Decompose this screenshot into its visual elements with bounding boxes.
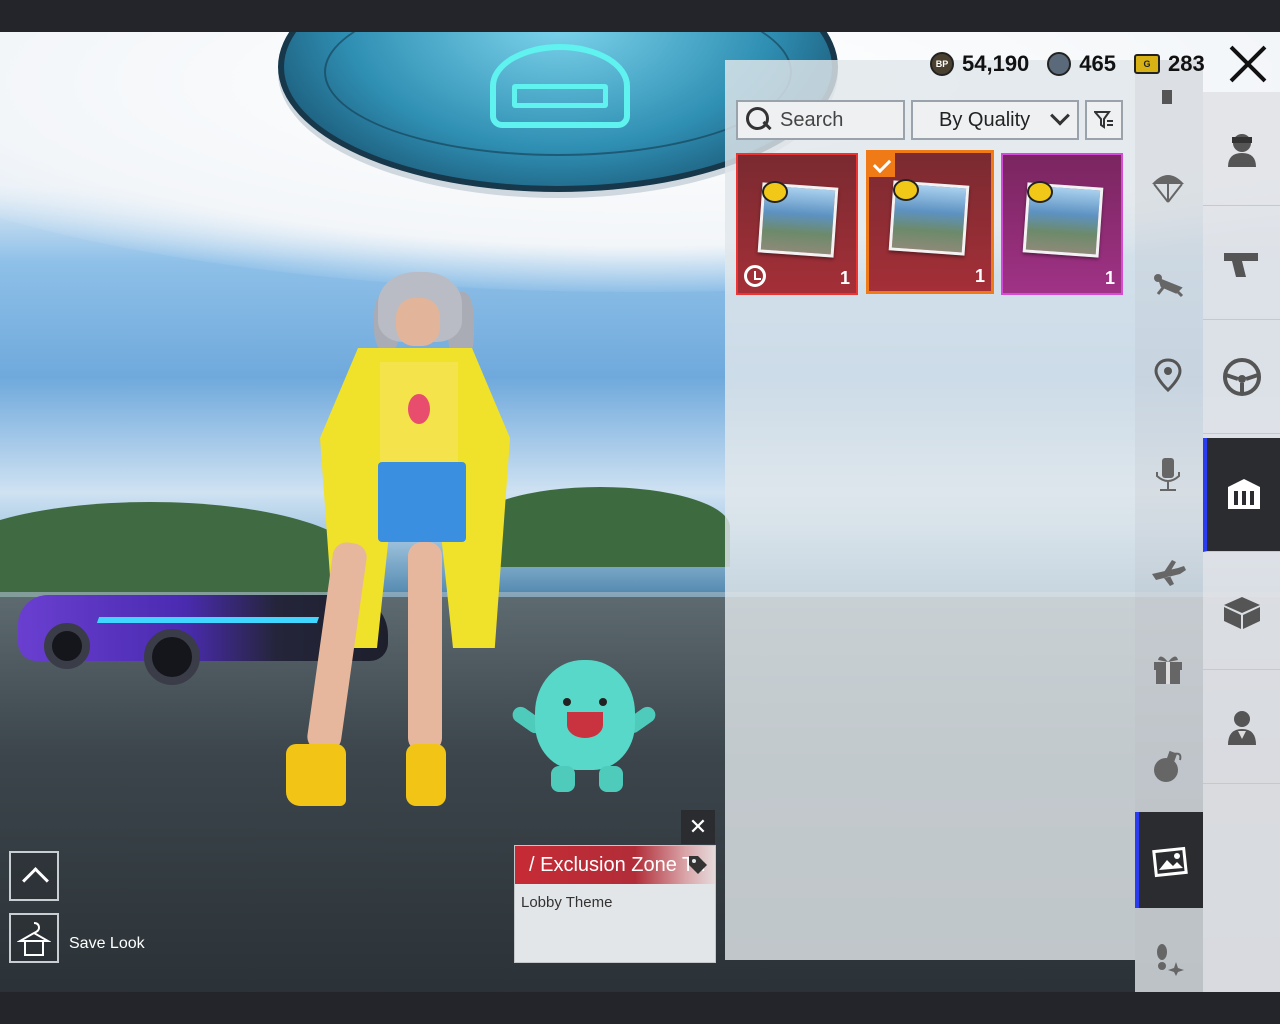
filter-button[interactable] [1085,100,1123,140]
pet-eye-right [599,698,607,706]
tab-lobby[interactable] [1203,438,1280,552]
tooltip-subtitle: Lobby Theme [521,894,613,911]
avatar-icon [1227,710,1256,745]
car-wheel-back [44,623,90,669]
g-coin-icon: G [1134,54,1161,74]
item-quantity: 1 [1104,268,1115,288]
car-wheel-front [144,629,200,685]
skydive-emote-icon[interactable] [1148,262,1188,302]
currency-g-value: 283 [1168,51,1205,76]
tab-avatar[interactable] [1203,670,1280,784]
tab-character[interactable] [1203,92,1280,206]
tooltip-title: / Exclusion Zone Th [529,853,706,876]
character-face [396,298,440,346]
search-input[interactable] [780,108,900,132]
save-look-label: Save Look [69,935,145,952]
item-card-selected[interactable]: 1 [866,150,994,294]
search-box[interactable] [736,100,905,140]
pistol-icon [1223,252,1258,277]
currency-silver: 465 [1047,51,1116,77]
bp-coin-icon: BP [930,52,954,76]
item-card[interactable]: 1 [1001,153,1123,295]
check-icon [869,153,895,177]
tooltip-title-bar: / Exclusion Zone Th [515,846,715,884]
currency-bar: BP 54,190 465 G 283 [930,47,1205,81]
item-tooltip: / Exclusion Zone Th Lobby Theme [514,845,716,963]
pet-mouth [567,712,603,738]
lobby-theme-badge-icon [762,181,788,203]
grenade-icon[interactable] [1148,746,1188,786]
character-shoe-right [406,744,446,806]
pet-eye-left [563,698,571,706]
item-quantity: 1 [974,266,985,286]
footprint-icon[interactable] [1148,936,1188,976]
player-character[interactable] [280,262,520,822]
sort-selected-label: By Quality [939,108,1031,131]
bottom-letterbox [0,992,1280,1024]
companion-pet[interactable] [505,660,659,792]
parachute-icon[interactable] [1148,166,1188,206]
clock-icon [744,265,766,287]
helmet-logo-icon [490,44,630,128]
currency-bp: BP 54,190 [930,51,1029,77]
currency-g: G 283 [1134,51,1205,77]
chevron-down-icon [1050,105,1070,126]
lobby-theme-icon [1152,846,1188,878]
silver-coin-icon [1047,52,1072,76]
close-button[interactable] [1226,42,1270,86]
steering-wheel-icon [1222,357,1261,396]
pin-icon[interactable] [1148,84,1188,108]
tooltip-close-button[interactable]: ✕ [681,810,715,844]
save-look-button[interactable] [9,913,59,963]
airplane-icon[interactable] [1148,552,1188,592]
expand-button[interactable] [9,851,59,901]
filter-icon [1094,111,1113,129]
character-shorts [378,462,466,542]
tab-weapons[interactable] [1203,206,1280,320]
currency-silver-value: 465 [1079,51,1117,76]
hanger-icon [17,922,51,956]
item-quantity: 1 [839,268,850,288]
sort-dropdown[interactable]: By Quality [911,100,1079,140]
search-icon [744,105,774,135]
crate-icon [1223,596,1260,629]
lobby-theme-badge-icon [1027,181,1053,203]
currency-bp-value: 54,190 [962,51,1030,76]
character-shoe-left [286,744,346,806]
character-leg-right [408,542,442,752]
top-letterbox [0,0,1280,32]
item-card[interactable]: 1 [736,153,858,295]
gift-icon[interactable] [1148,648,1188,688]
map-marker-icon[interactable] [1148,356,1188,396]
pet-foot-left [551,766,575,792]
sub-category-lobby-theme[interactable] [1135,812,1203,908]
tab-vehicles[interactable] [1203,320,1280,434]
tag-icon[interactable] [687,854,709,876]
pineapple-print [408,394,430,424]
microphone-icon[interactable] [1148,454,1188,494]
tab-crates[interactable] [1203,556,1280,670]
lobby-icon [1227,478,1260,509]
lobby-theme-badge-icon [893,179,919,201]
character-icon [1227,133,1256,167]
pet-foot-right [599,766,623,792]
